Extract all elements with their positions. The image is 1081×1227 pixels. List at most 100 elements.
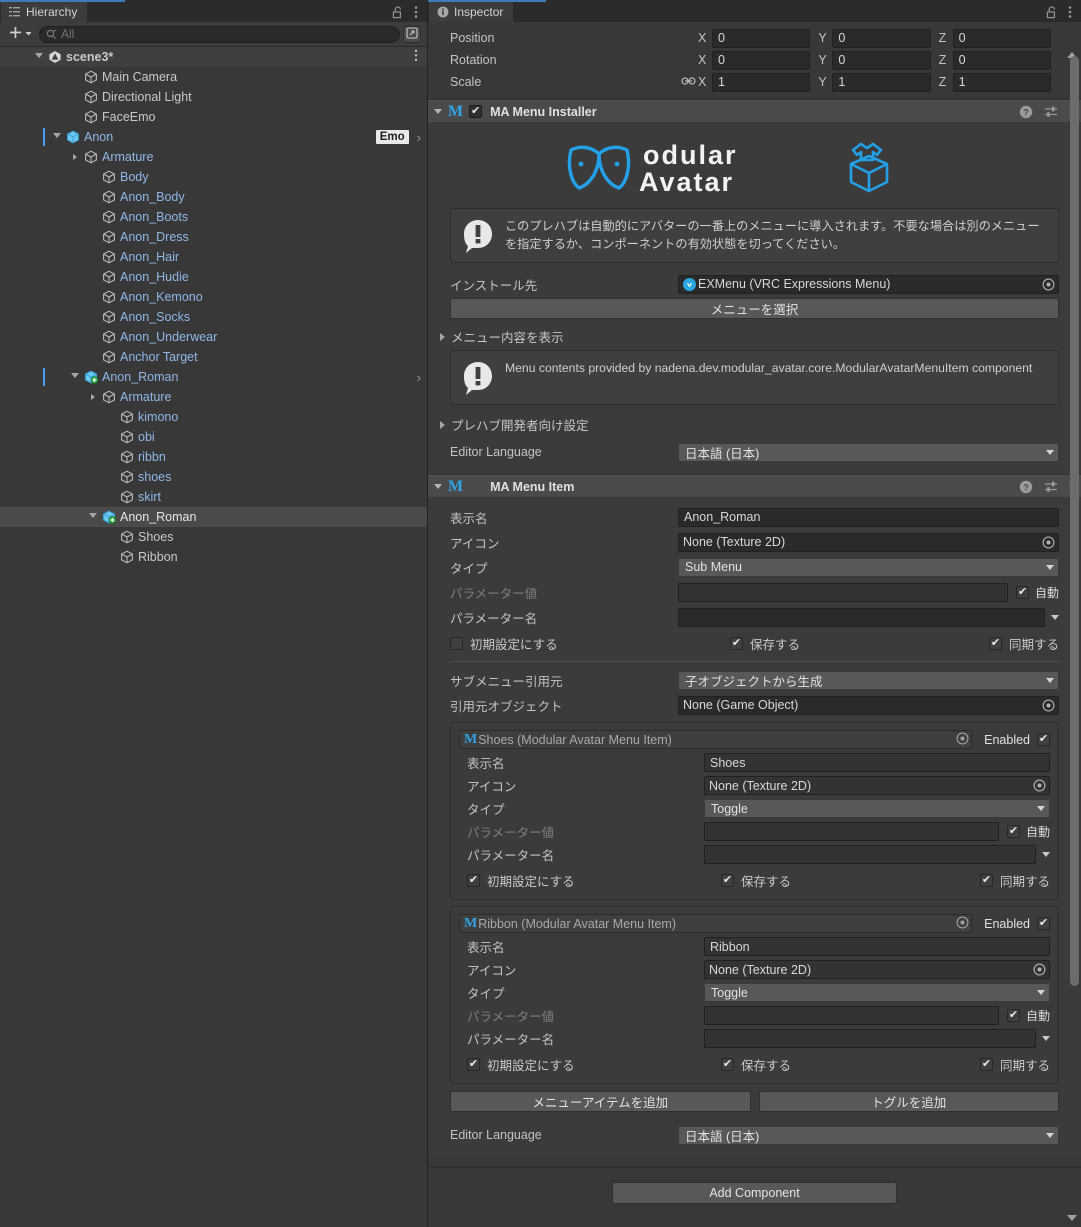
hierarchy-row[interactable]: Anchor Target [0, 347, 427, 367]
synced-checkbox-group[interactable]: 同期する [988, 634, 1059, 653]
child-enabled-checkbox[interactable] [1037, 733, 1050, 747]
component-enabled-checkbox[interactable] [469, 105, 483, 118]
kebab-menu-icon[interactable] [414, 49, 418, 65]
ma-menu-installer-header[interactable]: M MA Menu Installer ? [428, 100, 1081, 122]
object-picker-icon[interactable] [1031, 962, 1047, 978]
child-saved-checkbox[interactable] [721, 874, 734, 888]
hierarchy-row[interactable]: Anon_Boots [0, 207, 427, 227]
child-enabled-group[interactable]: Enabled [978, 917, 1050, 931]
position-x-field[interactable]: 0 [712, 28, 811, 48]
twisty-toggle[interactable] [68, 373, 82, 381]
child-auto-checkbox[interactable] [1006, 1009, 1020, 1023]
hierarchy-row[interactable]: Directional Light [0, 87, 427, 107]
hierarchy-row[interactable]: Main Camera [0, 67, 427, 87]
hierarchy-row-selected[interactable]: Anon_Roman [0, 507, 427, 527]
lock-open-icon[interactable] [392, 5, 404, 19]
rotation-y-field[interactable]: 0 [832, 50, 931, 70]
prefab-dev-foldout[interactable]: プレハブ開発者向け設定 [428, 411, 1081, 438]
help-icon[interactable]: ? [1019, 480, 1033, 494]
submenu-source-dropdown[interactable]: 子オブジェクトから生成 [678, 670, 1059, 690]
child-saved-checkbox[interactable] [721, 1058, 734, 1072]
object-picker-icon[interactable] [956, 916, 969, 932]
default-checkbox-group[interactable]: 初期設定にする [450, 634, 730, 653]
child-type-dropdown[interactable]: Toggle [704, 799, 1050, 819]
twisty-toggle[interactable] [50, 133, 64, 141]
add-component-button[interactable]: Add Component [612, 1182, 897, 1205]
twisty-toggle[interactable] [86, 394, 100, 400]
hierarchy-row[interactable]: Body [0, 167, 427, 187]
open-prefab-chevron-icon[interactable]: › [417, 130, 421, 145]
foldout-open-icon[interactable] [434, 109, 442, 114]
tab-hierarchy[interactable]: Hierarchy [0, 1, 89, 22]
child-synced-group[interactable]: 同期する [979, 1055, 1050, 1074]
child-object-field[interactable]: M Shoes (Modular Avatar Menu Item) [459, 730, 973, 750]
position-y-field[interactable]: 0 [832, 28, 931, 48]
source-object-field[interactable]: None (Game Object) [678, 695, 1059, 715]
install-target-field[interactable]: EXMenu (VRC Expressions Menu) [678, 274, 1059, 294]
preset-icon[interactable] [1044, 480, 1058, 494]
child-display-name-input[interactable]: Ribbon [704, 937, 1050, 957]
hierarchy-row[interactable]: ribbn [0, 447, 427, 467]
create-gameobject-button[interactable] [6, 24, 36, 44]
search-input[interactable] [61, 27, 393, 41]
rotation-x-field[interactable]: 0 [712, 50, 811, 70]
hierarchy-row[interactable]: Anon_Hair [0, 247, 427, 267]
hierarchy-row[interactable]: Anon_Kemono [0, 287, 427, 307]
twisty-toggle[interactable] [68, 154, 82, 160]
ma-menu-item-header[interactable]: M MA Menu Item ? [428, 475, 1081, 498]
rotation-z-field[interactable]: 0 [952, 50, 1051, 70]
hierarchy-row[interactable]: obi [0, 427, 427, 447]
scale-y-field[interactable]: 1 [832, 72, 931, 92]
child-display-name-input[interactable]: Shoes [704, 753, 1050, 773]
show-menu-contents-foldout[interactable]: メニュー内容を表示 [428, 323, 1081, 350]
type-dropdown[interactable]: Sub Menu [678, 557, 1059, 577]
scrollbar-thumb[interactable] [1070, 56, 1079, 986]
child-icon-field[interactable]: None (Texture 2D) [704, 960, 1050, 980]
saved-checkbox[interactable] [730, 636, 743, 650]
hierarchy-row[interactable]: Anon_Roman › [0, 367, 427, 387]
add-toggle-button[interactable]: トグルを追加 [758, 1091, 1059, 1113]
twisty-toggle[interactable] [86, 513, 100, 521]
child-param-name-input[interactable] [704, 845, 1036, 865]
preset-icon[interactable] [1044, 105, 1058, 119]
editor-language-dropdown[interactable]: 日本語 (日本) [678, 442, 1059, 462]
child-param-name-dropdown-icon[interactable] [1042, 852, 1050, 858]
kebab-menu-icon[interactable] [414, 5, 418, 19]
display-name-input[interactable]: Anon_Roman [678, 507, 1059, 527]
hierarchy-row[interactable]: shoes [0, 467, 427, 487]
object-picker-icon[interactable] [956, 732, 969, 748]
object-picker-icon[interactable] [1040, 534, 1056, 550]
child-default-group[interactable]: 初期設定にする [459, 871, 721, 890]
child-param-name-input[interactable] [704, 1029, 1036, 1049]
editor-language-dropdown[interactable]: 日本語 (日本) [678, 1125, 1059, 1145]
child-default-checkbox[interactable] [467, 1058, 480, 1072]
hierarchy-row[interactable]: skirt [0, 487, 427, 507]
hierarchy-row[interactable]: Ribbon [0, 547, 427, 567]
hierarchy-tree[interactable]: scene3* Main Camera Directional Light FaceE… [0, 47, 427, 1227]
hierarchy-row[interactable]: scene3* [0, 47, 427, 67]
hierarchy-row[interactable]: Anon_Body [0, 187, 427, 207]
lock-open-icon[interactable] [1046, 5, 1058, 19]
object-picker-icon[interactable] [1040, 276, 1056, 292]
hierarchy-row[interactable]: Anon_Hudie [0, 267, 427, 287]
sort-button[interactable] [403, 25, 421, 43]
saved-checkbox-group[interactable]: 保存する [730, 634, 970, 653]
child-icon-field[interactable]: None (Texture 2D) [704, 776, 1050, 796]
tab-inspector[interactable]: Inspector [428, 1, 515, 22]
hierarchy-row[interactable]: kimono [0, 407, 427, 427]
child-synced-checkbox[interactable] [979, 874, 993, 888]
child-param-name-dropdown-icon[interactable] [1042, 1036, 1050, 1042]
param-name-input[interactable] [678, 607, 1045, 627]
synced-checkbox[interactable] [988, 636, 1002, 650]
child-enabled-group[interactable]: Enabled [978, 733, 1050, 747]
constrain-proportions-icon[interactable] [678, 76, 698, 89]
help-icon[interactable]: ? [1019, 105, 1033, 119]
hierarchy-row[interactable]: Anon_Underwear [0, 327, 427, 347]
icon-field[interactable]: None (Texture 2D) [678, 532, 1059, 552]
inspector-scrollbar[interactable] [1070, 48, 1079, 1191]
search-field[interactable] [39, 25, 400, 43]
hierarchy-row[interactable]: Anon_Dress [0, 227, 427, 247]
default-checkbox[interactable] [450, 636, 463, 650]
hierarchy-row[interactable]: Shoes [0, 527, 427, 547]
select-menu-button[interactable]: メニューを選択 [450, 298, 1059, 320]
